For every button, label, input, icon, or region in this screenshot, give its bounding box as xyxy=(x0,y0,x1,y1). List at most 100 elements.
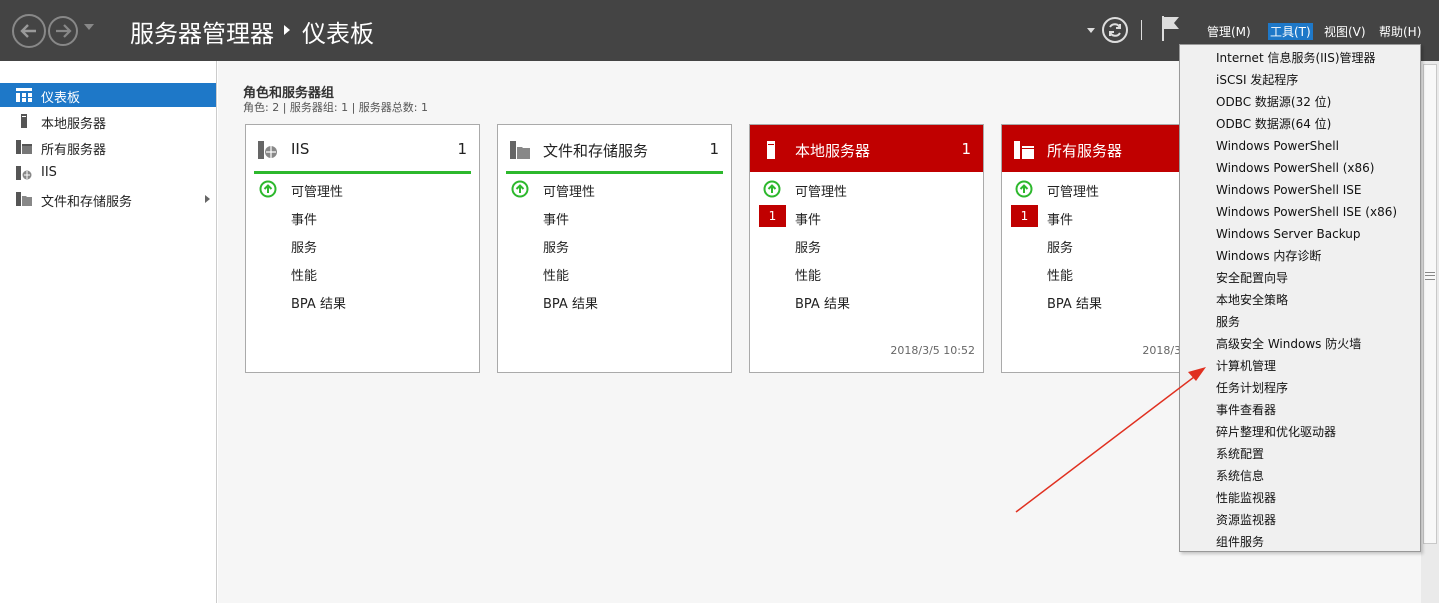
row-label: 性能 xyxy=(291,269,318,284)
tile-header[interactable]: 本地服务器 1 xyxy=(750,125,983,172)
tile-row-services[interactable]: 服务 xyxy=(498,233,731,257)
sidebar-item-local-server[interactable]: 本地服务器 xyxy=(0,109,216,133)
alert-count-badge: 1 xyxy=(1011,205,1038,227)
row-label: BPA 结果 xyxy=(291,297,346,312)
forward-arrow-icon xyxy=(56,24,72,38)
row-label: 可管理性 xyxy=(543,185,596,200)
row-label: 性能 xyxy=(1047,269,1074,284)
row-label: BPA 结果 xyxy=(543,297,598,312)
tile-count: 1 xyxy=(709,140,719,158)
row-label: 服务 xyxy=(291,241,318,256)
servers-icon xyxy=(16,140,32,154)
tile-name: 所有服务器 xyxy=(1047,142,1123,160)
expand-arrow-icon[interactable] xyxy=(205,195,210,203)
tile-row-performance[interactable]: 性能 xyxy=(498,261,731,285)
tile-row-performance[interactable]: 性能 xyxy=(246,261,479,285)
row-label: 事件 xyxy=(795,213,822,228)
tools-menu-item-computer-management[interactable]: 计算机管理 xyxy=(1181,355,1419,377)
status-ok-icon xyxy=(763,180,781,198)
status-bar xyxy=(506,171,723,174)
tools-menu-item-performance-monitor[interactable]: 性能监视器 xyxy=(1181,487,1419,509)
history-dropdown-icon[interactable] xyxy=(84,24,94,30)
tile-header[interactable]: 文件和存储服务 1 xyxy=(498,125,731,172)
tools-menu-item-firewall[interactable]: 高级安全 Windows 防火墙 xyxy=(1181,333,1419,355)
status-ok-icon xyxy=(259,180,277,198)
tools-menu-item-security-config-wizard[interactable]: 安全配置向导 xyxy=(1181,267,1419,289)
menu-view[interactable]: 视图(V) xyxy=(1322,23,1368,40)
status-bar xyxy=(254,171,471,174)
tools-menu-item-powershell[interactable]: Windows PowerShell xyxy=(1181,135,1419,157)
tile-row-events[interactable]: 1 事件 xyxy=(750,205,983,229)
dashboard-icon xyxy=(16,88,32,102)
tools-menu-item-iis-manager[interactable]: Internet 信息服务(IIS)管理器 xyxy=(1181,47,1419,69)
tile-row-bpa[interactable]: BPA 结果 xyxy=(750,289,983,313)
row-label: 可管理性 xyxy=(795,185,848,200)
row-label: 服务 xyxy=(795,241,822,256)
tile-header[interactable]: IIS 1 xyxy=(246,125,479,172)
row-label: 服务 xyxy=(1047,241,1074,256)
header-divider xyxy=(1141,20,1142,40)
tile-local-server[interactable]: 本地服务器 1 可管理性 1 事件 服务 性能 BPA 结果 2018/3/5 … xyxy=(749,124,984,373)
tile-row-events[interactable]: 事件 xyxy=(246,205,479,229)
tile-row-manageability[interactable]: 可管理性 xyxy=(246,177,479,201)
tools-menu-item-event-viewer[interactable]: 事件查看器 xyxy=(1181,399,1419,421)
tile-row-performance[interactable]: 性能 xyxy=(750,261,983,285)
tools-menu-item-odbc-32[interactable]: ODBC 数据源(32 位) xyxy=(1181,91,1419,113)
tools-menu-item-memory-diagnostic[interactable]: Windows 内存诊断 xyxy=(1181,245,1419,267)
row-label: 事件 xyxy=(1047,213,1074,228)
notification-flag-icon[interactable] xyxy=(1160,14,1182,42)
tile-count: 1 xyxy=(961,140,971,158)
tools-menu-item-defrag[interactable]: 碎片整理和优化驱动器 xyxy=(1181,421,1419,443)
sidebar-item-file-storage[interactable]: 文件和存储服务 xyxy=(0,187,216,211)
row-label: 服务 xyxy=(543,241,570,256)
status-ok-icon xyxy=(511,180,529,198)
row-label: BPA 结果 xyxy=(795,297,850,312)
app-title: 服务器管理器 xyxy=(130,20,274,48)
tools-menu-item-task-scheduler[interactable]: 任务计划程序 xyxy=(1181,377,1419,399)
tools-menu-item-component-services[interactable]: 组件服务 xyxy=(1181,531,1419,553)
tools-menu-item-local-security-policy[interactable]: 本地安全策略 xyxy=(1181,289,1419,311)
tile-row-services[interactable]: 服务 xyxy=(750,233,983,257)
tools-menu-item-powershell-x86[interactable]: Windows PowerShell (x86) xyxy=(1181,157,1419,179)
iis-icon xyxy=(258,141,277,159)
back-button[interactable] xyxy=(12,14,46,48)
tile-row-bpa[interactable]: BPA 结果 xyxy=(498,289,731,313)
iis-icon xyxy=(16,166,32,180)
row-label: BPA 结果 xyxy=(1047,297,1102,312)
tools-menu-item-resource-monitor[interactable]: 资源监视器 xyxy=(1181,509,1419,531)
tools-menu-item-iscsi-initiator[interactable]: iSCSI 发起程序 xyxy=(1181,69,1419,91)
tools-menu-item-server-backup[interactable]: Windows Server Backup xyxy=(1181,223,1419,245)
tile-name: 文件和存储服务 xyxy=(543,142,649,160)
tools-menu-item-powershell-ise-x86[interactable]: Windows PowerShell ISE (x86) xyxy=(1181,201,1419,223)
sidebar-item-all-servers[interactable]: 所有服务器 xyxy=(0,135,216,159)
row-label: 可管理性 xyxy=(291,185,344,200)
header-dropdown-icon[interactable] xyxy=(1087,28,1095,33)
refresh-button[interactable] xyxy=(1102,17,1128,43)
sidebar-item-label: 所有服务器 xyxy=(41,143,107,158)
sidebar-item-dashboard[interactable]: 仪表板 xyxy=(0,83,216,107)
tile-row-services[interactable]: 服务 xyxy=(246,233,479,257)
row-label: 可管理性 xyxy=(1047,185,1100,200)
row-label: 性能 xyxy=(795,269,822,284)
tile-file-storage[interactable]: 文件和存储服务 1 可管理性 事件 服务 性能 BPA 结果 xyxy=(497,124,732,373)
forward-button[interactable] xyxy=(48,16,78,46)
menu-manage[interactable]: 管理(M) xyxy=(1205,23,1253,40)
tile-row-manageability[interactable]: 可管理性 xyxy=(498,177,731,201)
scrollbar-grip-icon xyxy=(1425,272,1435,280)
tile-row-manageability[interactable]: 可管理性 xyxy=(750,177,983,201)
scrollbar-thumb[interactable] xyxy=(1423,64,1437,544)
tools-menu-item-services[interactable]: 服务 xyxy=(1181,311,1419,333)
status-ok-icon xyxy=(1015,180,1033,198)
menu-help[interactable]: 帮助(H) xyxy=(1377,23,1423,40)
section-subtitle: 角色: 2 | 服务器组: 1 | 服务器总数: 1 xyxy=(243,101,429,114)
tile-iis[interactable]: IIS 1 可管理性 事件 服务 性能 BPA 结果 xyxy=(245,124,480,373)
tools-menu-item-odbc-64[interactable]: ODBC 数据源(64 位) xyxy=(1181,113,1419,135)
tools-menu-item-system-info[interactable]: 系统信息 xyxy=(1181,465,1419,487)
tools-menu-item-powershell-ise[interactable]: Windows PowerShell ISE xyxy=(1181,179,1419,201)
tools-menu-item-system-config[interactable]: 系统配置 xyxy=(1181,443,1419,465)
tile-row-bpa[interactable]: BPA 结果 xyxy=(246,289,479,313)
menu-tools[interactable]: 工具(T) xyxy=(1268,23,1313,40)
tile-row-events[interactable]: 事件 xyxy=(498,205,731,229)
tile-timestamp: 2018/3/5 10:52 xyxy=(890,344,975,357)
sidebar-item-iis[interactable]: IIS xyxy=(0,161,216,185)
